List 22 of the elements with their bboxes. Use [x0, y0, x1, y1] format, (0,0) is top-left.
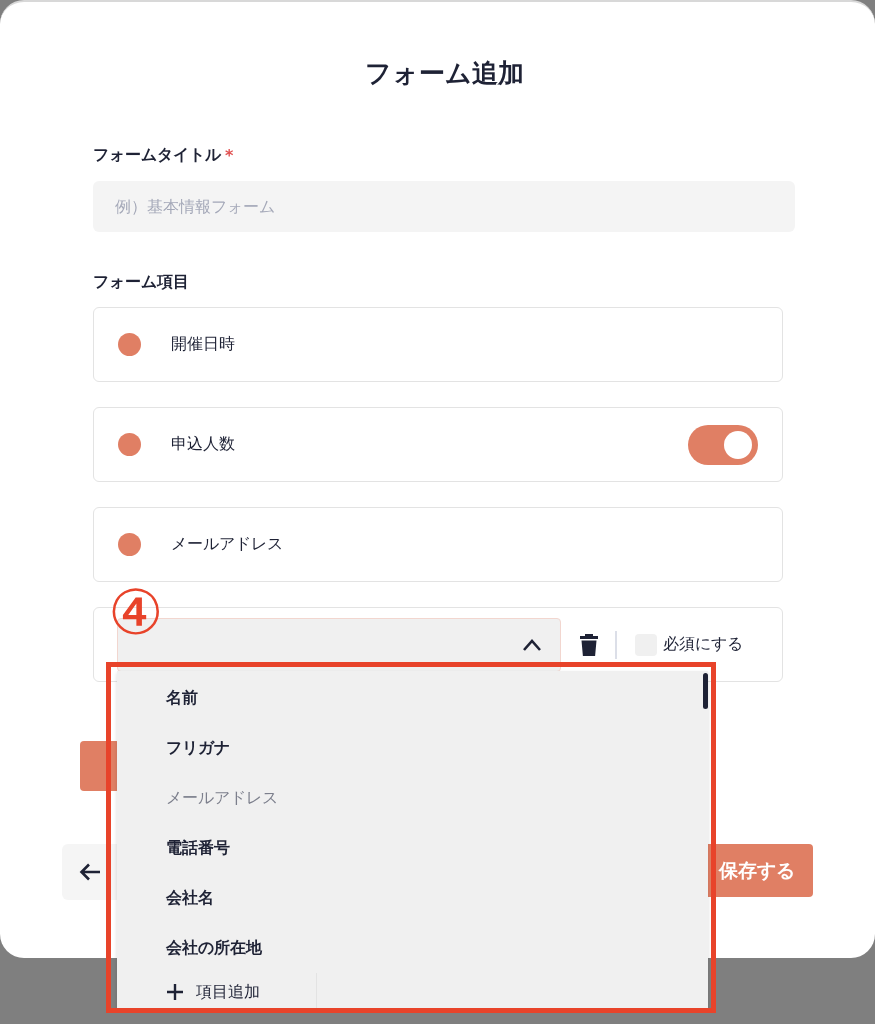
arrow-left-icon — [79, 863, 101, 881]
scrollbar-thumb[interactable] — [703, 673, 708, 709]
chevron-up-icon — [522, 637, 542, 652]
form-item-row[interactable]: 開催日時 — [93, 307, 783, 382]
dropdown-option[interactable]: フリガナ — [117, 723, 699, 773]
form-title-field[interactable]: 例）基本情報フォーム — [93, 181, 795, 232]
required-mark: * — [225, 145, 234, 165]
add-item-option[interactable]: 項目追加 — [117, 973, 317, 1008]
plus-icon — [166, 983, 184, 1001]
toggle-switch[interactable] — [688, 424, 758, 465]
item-label: 申込人数 — [171, 434, 236, 455]
trash-icon[interactable] — [579, 632, 599, 657]
section-label: フォーム項目 — [93, 270, 190, 293]
item-label: 開催日時 — [171, 334, 236, 355]
item-label: メールアドレス — [171, 534, 284, 555]
dropdown-option[interactable]: 名前 — [117, 673, 699, 723]
form-item-row[interactable]: 申込人数 — [93, 407, 783, 482]
form-item-row[interactable]: メールアドレス — [93, 507, 783, 582]
checkbox-label: 必須にする — [663, 634, 743, 655]
dropdown-option[interactable]: 会社の所在地 — [117, 923, 699, 973]
field-label: フォームタイトル — [93, 144, 221, 166]
dialog-title: フォーム追加 — [363, 57, 525, 90]
